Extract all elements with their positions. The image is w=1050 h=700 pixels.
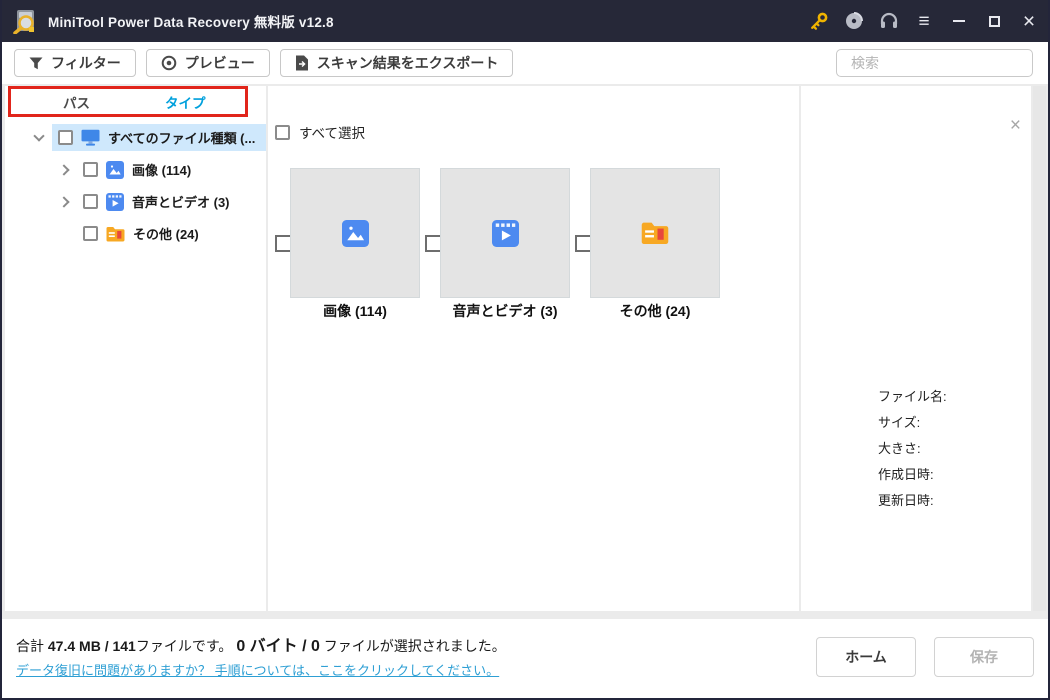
- support-headset-icon[interactable]: [878, 10, 900, 32]
- total-size-value: 47.4 MB / 141: [47, 638, 136, 654]
- tile-label-images: 画像 (114): [323, 303, 387, 319]
- close-button[interactable]: ×: [1018, 10, 1040, 32]
- tree-checkbox-images[interactable]: [83, 162, 98, 177]
- selected-size-value: 0 バイト / 0: [236, 638, 320, 655]
- chevron-down-icon[interactable]: [33, 130, 45, 142]
- tree-item-all-file-types[interactable]: すべてのファイル種類 (...: [5, 124, 266, 151]
- bootable-media-disc-icon[interactable]: [843, 10, 865, 32]
- help-link[interactable]: データ復旧に問題がありますか？ 手順については、ここをクリックしてください。: [16, 660, 499, 679]
- tile-label-other: その他 (24): [619, 303, 691, 319]
- tab-bar: パス タイプ: [5, 86, 266, 118]
- detail-label-file-name: ファイル名:: [878, 389, 947, 404]
- image-icon: [106, 160, 124, 179]
- status-bar: 合計 47.4 MB / 141ファイルです。 0 バイト / 0 ファイルが選…: [2, 619, 1048, 698]
- save-button[interactable]: 保存: [934, 637, 1034, 677]
- filter-funnel-icon: [29, 57, 43, 69]
- folder-icon: [641, 222, 669, 245]
- toolbar: フィルター プレビュー スキャン結果をエクスポート: [2, 42, 1048, 84]
- export-scan-result-button[interactable]: スキャン結果をエクスポート: [279, 49, 514, 77]
- app-logo-icon: [13, 10, 34, 34]
- detail-label-size: サイズ:: [878, 415, 921, 430]
- tab-type[interactable]: タイプ: [165, 86, 206, 118]
- select-all-label: すべて選択: [299, 126, 366, 141]
- select-all-checkbox[interactable]: [275, 124, 290, 140]
- tree-item-audio-video[interactable]: 音声とビデオ (3): [5, 188, 266, 215]
- tile-label-audio-video: 音声とビデオ (3): [452, 303, 558, 319]
- window-border: [0, 0, 2, 700]
- tile-audio-video[interactable]: [440, 168, 570, 298]
- details-close-icon[interactable]: ×: [1010, 116, 1021, 135]
- search-field[interactable]: [851, 55, 1032, 71]
- tile-other[interactable]: [590, 168, 720, 298]
- filter-button[interactable]: フィルター: [14, 49, 136, 77]
- title-bar: MiniTool Power Data Recovery 無料版 v12.8 ≡…: [0, 0, 1050, 42]
- results-panel: すべて選択 画像 (114) 音声とビデオ (3) その他 (24): [268, 86, 799, 611]
- folder-icon: [106, 226, 125, 241]
- chevron-right-icon[interactable]: [58, 163, 70, 176]
- monitor-icon: [81, 129, 100, 146]
- file-tree-panel: パス タイプ すべてのファイル種類 (... 画像 (114) 音声とビデオ (…: [5, 86, 266, 611]
- tree-item-label: その他 (24): [133, 227, 199, 242]
- menu-icon[interactable]: ≡: [913, 10, 935, 32]
- tree-item-label: 音声とビデオ (3): [132, 195, 230, 210]
- vertical-scrollbar[interactable]: [1033, 86, 1046, 611]
- tree-item-images[interactable]: 画像 (114): [5, 156, 266, 183]
- minimize-button[interactable]: [948, 10, 970, 32]
- detail-label-dimensions: 大きさ:: [878, 441, 921, 456]
- detail-label-modified: 更新日時:: [878, 493, 934, 508]
- export-document-icon: [295, 55, 308, 71]
- video-icon: [491, 219, 519, 247]
- tree-checkbox-other[interactable]: [83, 226, 98, 241]
- detail-label-created: 作成日時:: [878, 467, 934, 482]
- tree-item-other[interactable]: その他 (24): [5, 220, 266, 247]
- tree-checkbox-all-file-types[interactable]: [58, 130, 73, 145]
- select-all-row: すべて選択: [275, 122, 365, 142]
- app-window: MiniTool Power Data Recovery 無料版 v12.8 ≡…: [0, 0, 1050, 700]
- image-icon: [341, 219, 369, 247]
- scan-summary: 合計 47.4 MB / 141ファイルです。 0 バイト / 0 ファイルが選…: [16, 638, 506, 655]
- file-details-panel: × ファイル名: サイズ: 大きさ: 作成日時: 更新日時:: [801, 86, 1031, 611]
- video-icon: [106, 192, 124, 211]
- chevron-right-icon[interactable]: [58, 195, 70, 208]
- preview-eye-icon: [161, 55, 177, 71]
- maximize-button[interactable]: [983, 10, 1005, 32]
- tree-item-label: すべてのファイル種類 (...: [108, 131, 256, 146]
- license-key-icon[interactable]: [808, 10, 830, 32]
- tile-images[interactable]: [290, 168, 420, 298]
- preview-button[interactable]: プレビュー: [145, 49, 270, 77]
- tab-path[interactable]: パス: [63, 86, 90, 118]
- search-input[interactable]: [836, 49, 1033, 77]
- tree-checkbox-audio-video[interactable]: [83, 194, 98, 209]
- window-title: MiniTool Power Data Recovery 無料版 v12.8: [48, 15, 334, 30]
- home-button[interactable]: ホーム: [816, 637, 916, 677]
- tree-item-label: 画像 (114): [132, 163, 192, 178]
